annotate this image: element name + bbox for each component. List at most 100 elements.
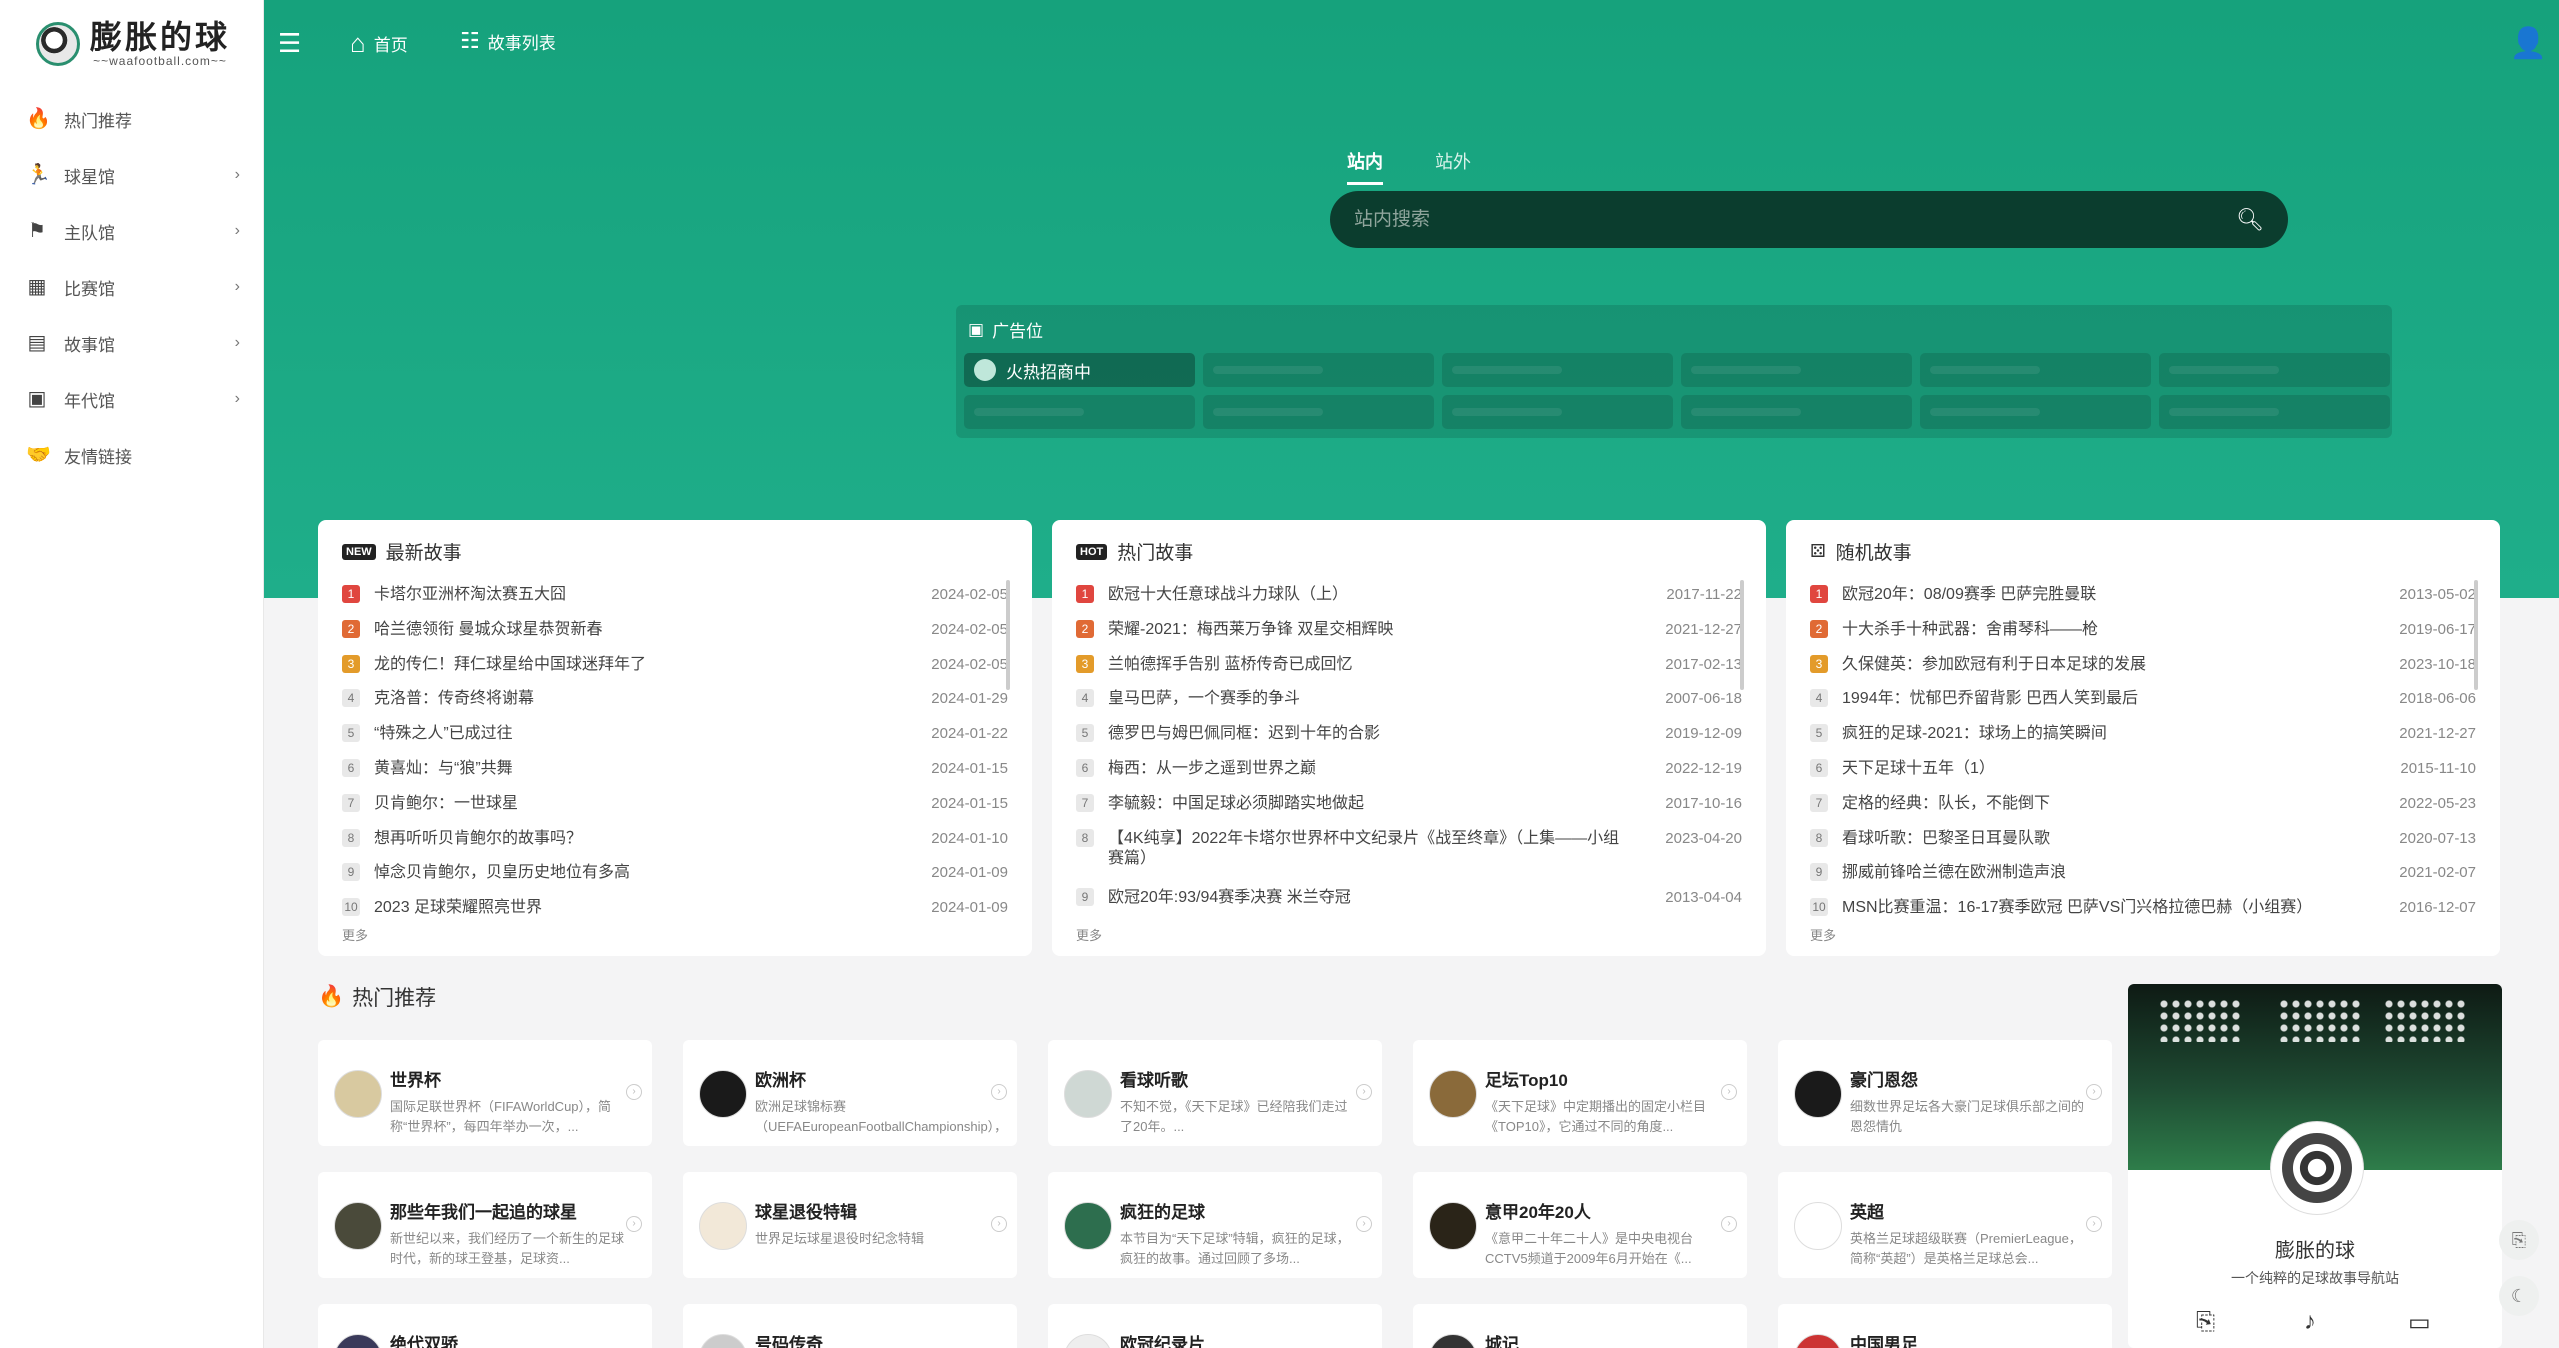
card-title: 意甲20年20人 (1485, 1203, 1591, 1222)
ad-slot[interactable] (1920, 353, 2151, 387)
scrollbar[interactable] (1740, 580, 1744, 690)
story-item[interactable]: 1 卡塔尔亚洲杯淘汰赛五大囧 2024-02-05 (342, 581, 1008, 616)
ad-slot[interactable] (1681, 395, 1912, 429)
ad-slot[interactable] (1920, 395, 2151, 429)
chevron-right-icon: › (234, 222, 240, 239)
story-item[interactable]: 3 久保健英：参加欧冠有利于日本足球的发展 2023-10-18 (1810, 651, 2476, 686)
story-title: 悼念贝肯鲍尔，贝皇历史地位有多高 (374, 864, 631, 882)
story-item[interactable]: 6 黄喜灿：与“狼”共舞 2024-01-15 (342, 755, 1008, 790)
story-item[interactable]: 1 欧冠十大任意球战斗力球队（上） 2017-11-22 (1076, 581, 1742, 616)
story-item[interactable]: 2 哈兰德领衔 曼城众球星恭贺新春 2024-02-05 (342, 616, 1008, 651)
info-icon[interactable]: › (1356, 1216, 1372, 1232)
story-item[interactable]: 10 MSN比赛重温：16-17赛季欧冠 巴萨VS门兴格拉德巴赫（小组赛） 2016… (1810, 894, 2476, 929)
user-icon[interactable]: 👤 (2510, 26, 2547, 61)
recommend-card[interactable]: 豪门恩怨 细数世界足坛各大豪门足球俱乐部之间的恩怨情仇 › (1778, 1040, 2112, 1146)
bilibili-icon[interactable]: ▭ (2408, 1308, 2431, 1337)
search-input[interactable] (1354, 208, 2237, 231)
story-item[interactable]: 4 1994年：忧郁巴乔留背影 巴西人笑到最后 2018-06-06 (1810, 685, 2476, 720)
menu-toggle-button[interactable]: ☰ (278, 28, 301, 59)
info-icon[interactable]: › (2086, 1084, 2102, 1100)
scrollbar[interactable] (2474, 580, 2478, 690)
ad-slot-hot[interactable]: 火热招商中 (964, 353, 1195, 387)
story-item[interactable]: 6 天下足球十五年（1） 2015-11-10 (1810, 755, 2476, 790)
sidebar-item[interactable]: 🏃 球星馆 › (0, 152, 264, 198)
story-item[interactable]: 4 克洛普：传奇终将谢幕 2024-01-29 (342, 685, 1008, 720)
story-title: 十大杀手十种武器：舍甫琴科——枪 (1842, 620, 2099, 638)
story-item[interactable]: 9 欧冠20年:93/94赛季决赛 米兰夺冠 2013-04-04 (1076, 884, 1742, 919)
recommend-card[interactable]: 号码传奇› (683, 1304, 1017, 1348)
nav-story-list[interactable]: ☷ 故事列表 (460, 28, 556, 54)
ad-slot[interactable] (1203, 395, 1434, 429)
story-item[interactable]: 1 欧冠20年：08/09赛季 巴萨完胜曼联 2013-05-02 (1810, 581, 2476, 616)
info-icon[interactable]: › (1721, 1084, 1737, 1100)
more-link[interactable]: 更多 (342, 925, 368, 944)
sidebar-item[interactable]: ▣ 年代馆 › (0, 376, 264, 422)
ad-slot[interactable] (1203, 353, 1434, 387)
recommend-card[interactable]: 意甲20年20人 《意甲二十年二十人》是中央电视台CCTV5频道于2009年6月开… (1413, 1172, 1747, 1278)
info-icon[interactable]: › (626, 1216, 642, 1232)
ad-slot[interactable] (2159, 353, 2390, 387)
tab-outer-search[interactable]: 站外 (1435, 148, 1471, 185)
scrollbar[interactable] (1006, 580, 1010, 690)
recommend-card[interactable]: 疯狂的足球 本节目为“天下足球”特辑，疯狂的足球，疯狂的故事。通过回顾了多场...… (1048, 1172, 1382, 1278)
ad-slot[interactable] (1442, 353, 1673, 387)
translate-float-button[interactable]: ⎘ (2499, 1220, 2539, 1260)
recommend-card[interactable]: 世界杯 国际足联世界杯（FIFAWorldCup），简称“世界杯”，每四年举办一次… (318, 1040, 652, 1146)
recommend-card[interactable]: 中国男足› (1778, 1304, 2112, 1348)
recommend-card[interactable]: 足坛Top10 《天下足球》中定期播出的固定小栏目《TOP10》，它通过不同的角度… (1413, 1040, 1747, 1146)
info-icon[interactable]: › (991, 1216, 1007, 1232)
story-item[interactable]: 8 【4K纯享】2022年卡塔尔世界杯中文纪录片《战至终章》（上集——小组赛篇） 2… (1076, 825, 1742, 884)
recommend-card[interactable]: 欧冠纪录片› (1048, 1304, 1382, 1348)
story-item[interactable]: 3 兰帕德挥手告别 蓝桥传奇已成回忆 2017-02-13 (1076, 651, 1742, 686)
info-icon[interactable]: › (626, 1084, 642, 1100)
story-item[interactable]: 2 荣耀-2021：梅西莱万争锋 双星交相辉映 2021-12-27 (1076, 616, 1742, 651)
recommend-card[interactable]: 看球听歌 不知不觉，《天下足球》已经陪我们走过了20年。... › (1048, 1040, 1382, 1146)
tiktok-icon[interactable]: ♪ (2304, 1308, 2316, 1336)
info-icon[interactable]: › (1356, 1084, 1372, 1100)
more-link[interactable]: 更多 (1810, 925, 1836, 944)
sidebar-item[interactable]: 🤝 友情链接 (0, 432, 264, 478)
card-title: 城记 (1485, 1335, 1519, 1348)
tab-inner-search[interactable]: 站内 (1347, 148, 1383, 185)
sidebar-item[interactable]: ⚑ 主队馆 › (0, 208, 264, 254)
story-item[interactable]: 9 挪威前锋哈兰德在欧洲制造声浪 2021-02-07 (1810, 859, 2476, 894)
recommend-card[interactable]: 欧洲杯 欧洲足球锦标赛（UEFAEuropeanFootballChampions… (683, 1040, 1017, 1146)
story-item[interactable]: 10 2023 足球荣耀照亮世界 2024-01-09 (342, 894, 1008, 929)
sidebar-item[interactable]: ▦ 比赛馆 › (0, 264, 264, 310)
recommend-card[interactable]: 那些年我们一起追的球星 新世纪以来，我们经历了一个新生的足球时代，新的球王登基，足… (318, 1172, 652, 1278)
story-item[interactable]: 4 皇马巴萨，一个赛季的争斗 2007-06-18 (1076, 685, 1742, 720)
dark-mode-button[interactable]: ☾ (2499, 1276, 2539, 1316)
recommend-card[interactable]: 球星退役特辑 世界足坛球星退役时纪念特辑 › (683, 1172, 1017, 1278)
site-logo[interactable]: 膨胀的球 ~~waafootball.com~~ (36, 20, 230, 68)
search-icon[interactable]: 🔍︎ (2236, 207, 2264, 233)
nav-home[interactable]: ⌂ 首页 (350, 28, 408, 59)
ad-slot[interactable] (964, 395, 1195, 429)
info-icon[interactable]: › (991, 1084, 1007, 1100)
translate-icon[interactable]: ⎘ (2196, 1308, 2215, 1336)
sidebar-item[interactable]: ▤ 故事馆 › (0, 320, 264, 366)
recommend-card[interactable]: 英超 英格兰足球超级联赛（PremierLeague，简称“英超”）是英格兰足球总… (1778, 1172, 2112, 1278)
recommend-card[interactable]: 城记› (1413, 1304, 1747, 1348)
more-link[interactable]: 更多 (1076, 925, 1102, 944)
recommend-card[interactable]: 绝代双骄› (318, 1304, 652, 1348)
story-item[interactable]: 8 看球听歌：巴黎圣日耳曼队歌 2020-07-13 (1810, 825, 2476, 860)
story-date: 2024-01-15 (931, 794, 1008, 812)
ad-slot[interactable] (1681, 353, 1912, 387)
ad-slot[interactable] (2159, 395, 2390, 429)
story-item[interactable]: 5 疯狂的足球-2021：球场上的搞笑瞬间 2021-12-27 (1810, 720, 2476, 755)
story-item[interactable]: 8 想再听听贝肯鲍尔的故事吗？ 2024-01-10 (342, 825, 1008, 860)
story-item[interactable]: 7 定格的经典：队长，不能倒下 2022-05-23 (1810, 790, 2476, 825)
story-item[interactable]: 9 悼念贝肯鲍尔，贝皇历史地位有多高 2024-01-09 (342, 859, 1008, 894)
story-title: “特殊之人”已成过往 (374, 725, 513, 743)
story-item[interactable]: 5 德罗巴与姆巴佩同框：迟到十年的合影 2019-12-09 (1076, 720, 1742, 755)
story-item[interactable]: 2 十大杀手十种武器：舍甫琴科——枪 2019-06-17 (1810, 616, 2476, 651)
story-item[interactable]: 3 龙的传仁！拜仁球星给中国球迷拜年了 2024-02-05 (342, 651, 1008, 686)
info-icon[interactable]: › (1721, 1216, 1737, 1232)
story-item[interactable]: 6 梅西：从一步之遥到世界之巅 2022-12-19 (1076, 755, 1742, 790)
ad-slot[interactable] (1442, 395, 1673, 429)
sidebar-item[interactable]: 🔥 热门推荐 (0, 96, 264, 142)
info-icon[interactable]: › (2086, 1216, 2102, 1232)
story-item[interactable]: 7 贝肯鲍尔：一世球星 2024-01-15 (342, 790, 1008, 825)
story-item[interactable]: 7 李毓毅：中国足球必须脚踏实地做起 2017-10-16 (1076, 790, 1742, 825)
story-item[interactable]: 5 “特殊之人”已成过往 2024-01-22 (342, 720, 1008, 755)
